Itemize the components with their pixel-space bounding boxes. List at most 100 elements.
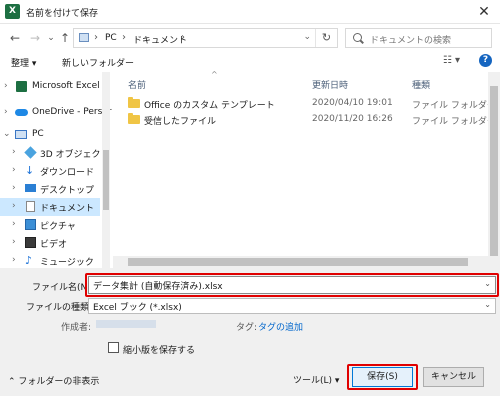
- breadcrumb-separator-icon: ›: [122, 32, 126, 43]
- excel-app-icon: X: [5, 4, 20, 19]
- expand-chevron-icon[interactable]: ›: [12, 201, 16, 211]
- refresh-icon[interactable]: ↻: [315, 29, 337, 47]
- documents-icon: [26, 201, 35, 212]
- expand-chevron-icon[interactable]: ›: [12, 165, 16, 175]
- expand-chevron-icon[interactable]: ›: [12, 147, 16, 157]
- search-box[interactable]: ドキュメントの検索: [345, 28, 492, 48]
- breadcrumb-documents[interactable]: ドキュメント: [133, 33, 187, 46]
- search-placeholder: ドキュメントの検索: [370, 36, 452, 46]
- search-icon: [353, 33, 362, 42]
- chevron-up-icon: ⌃: [8, 377, 19, 387]
- highlight-box: [85, 273, 499, 297]
- sidebar-item-onedrive[interactable]: › OneDrive - Persor: [0, 104, 112, 122]
- view-options-icon[interactable]: ☷ ▾: [443, 55, 460, 66]
- filetype-select[interactable]: Excel ブック (*.xlsx) ⌄: [88, 298, 496, 314]
- sidebar-item-desktop[interactable]: › デスクトップ: [0, 180, 100, 198]
- file-name: 受信したファイル: [144, 117, 217, 127]
- sidebar-item-label: デスクトップ: [40, 186, 95, 196]
- sort-ascending-icon: ^: [211, 70, 218, 79]
- breadcrumb-separator-icon: ›: [181, 32, 185, 43]
- music-icon: ♪: [25, 254, 33, 267]
- command-toolbar: 整理 ▾ 新しいフォルダー ☷ ▾ ?: [0, 52, 500, 72]
- title-bar: X 名前を付けて保存 ✕: [0, 0, 500, 24]
- pc-icon: [15, 130, 27, 139]
- organize-button[interactable]: 整理 ▾: [11, 56, 36, 69]
- save-thumbnail-checkbox[interactable]: [108, 342, 119, 353]
- folder-icon: [128, 113, 140, 124]
- file-type: ファイル フォルダー: [412, 101, 496, 111]
- column-header-name[interactable]: 名前: [128, 78, 146, 91]
- add-tag-link[interactable]: タグの追加: [258, 320, 303, 333]
- expand-chevron-icon[interactable]: ›: [4, 107, 8, 117]
- sidebar-item-3d-objects[interactable]: › 3D オブジェクト: [0, 144, 110, 162]
- file-name: Office のカスタム テンプレート: [144, 101, 275, 111]
- expand-chevron-icon[interactable]: ›: [12, 219, 16, 229]
- file-date: 2020/11/20 16:26: [312, 114, 393, 124]
- sidebar-item-label: ミュージック: [40, 258, 94, 268]
- list-item[interactable]: 受信したファイル 2020/11/20 16:26 ファイル フォルダー: [113, 112, 500, 128]
- sidebar-item-excel[interactable]: › Microsoft Excel: [0, 78, 100, 96]
- address-bar[interactable]: › PC › ドキュメント › ⌄ ↻: [73, 28, 338, 48]
- sidebar-item-music[interactable]: › ♪ ミュージック: [0, 252, 100, 268]
- close-icon[interactable]: ✕: [474, 3, 494, 21]
- tools-label: ツール(L): [293, 376, 333, 386]
- nav-pane-scrollbar-thumb[interactable]: [103, 150, 109, 210]
- expand-chevron-icon[interactable]: ›: [12, 183, 16, 193]
- highlight-box: [347, 364, 418, 390]
- new-folder-button[interactable]: 新しいフォルダー: [62, 56, 134, 69]
- sidebar-item-pc[interactable]: ⌄ PC: [0, 126, 100, 144]
- download-icon: ↓: [25, 164, 35, 177]
- video-icon: [25, 237, 36, 248]
- file-list-scrollbar-thumb[interactable]: [490, 86, 498, 256]
- sidebar-item-videos[interactable]: › ビデオ: [0, 234, 100, 252]
- save-thumbnail-label: 縮小版を保存する: [123, 346, 196, 356]
- sidebar-item-label: PC: [32, 129, 44, 139]
- file-list: 名前 ^ 更新日時 種類 Office のカスタム テンプレート 2020/04…: [113, 70, 500, 268]
- onedrive-icon: [15, 109, 28, 116]
- chevron-down-icon[interactable]: ⌄: [484, 300, 491, 309]
- sidebar-item-label: OneDrive - Persor: [32, 107, 112, 117]
- sidebar-item-label: ビデオ: [40, 240, 68, 250]
- column-header-type[interactable]: 種類: [412, 78, 430, 91]
- pc-icon: [79, 33, 89, 42]
- folder-icon: [128, 97, 140, 108]
- navigation-pane: › Microsoft Excel › OneDrive - Persor ⌄ …: [0, 72, 113, 268]
- author-value[interactable]: [96, 320, 156, 328]
- expand-chevron-icon[interactable]: ›: [12, 237, 16, 247]
- pictures-icon: [25, 219, 36, 230]
- file-date: 2020/04/10 19:01: [312, 98, 393, 108]
- collapse-chevron-icon[interactable]: ⌄: [3, 129, 11, 139]
- file-type: ファイル フォルダー: [412, 117, 496, 127]
- list-item[interactable]: Office のカスタム テンプレート 2020/04/10 19:01 ファイ…: [113, 96, 500, 112]
- expand-chevron-icon[interactable]: ›: [4, 81, 8, 91]
- column-header-date[interactable]: 更新日時: [312, 78, 348, 91]
- hide-folders-button[interactable]: ⌃ フォルダーの非表示: [8, 374, 99, 387]
- sidebar-item-label: 3D オブジェクト: [40, 150, 110, 160]
- sidebar-item-label: ドキュメント: [40, 204, 95, 214]
- help-icon[interactable]: ?: [479, 54, 492, 67]
- desktop-icon: [25, 184, 36, 192]
- sidebar-item-label: ピクチャ: [40, 222, 76, 232]
- sidebar-item-pictures[interactable]: › ピクチャ: [0, 216, 100, 234]
- filetype-value: Excel ブック (*.xlsx): [93, 303, 182, 313]
- excel-icon: [16, 81, 27, 92]
- address-dropdown-icon[interactable]: ⌄: [303, 32, 311, 42]
- up-arrow-icon[interactable]: ↑: [56, 29, 74, 47]
- sidebar-item-documents[interactable]: › ドキュメント: [0, 198, 100, 216]
- window-title: 名前を付けて保存: [26, 9, 99, 19]
- expand-chevron-icon[interactable]: ›: [12, 255, 16, 265]
- sidebar-item-downloads[interactable]: › ↓ ダウンロード: [0, 162, 100, 180]
- hide-folders-label: フォルダーの非表示: [18, 377, 100, 387]
- sidebar-item-label: ダウンロード: [40, 168, 95, 178]
- author-label: 作成者:: [61, 323, 92, 333]
- 3d-objects-icon: [24, 146, 37, 159]
- navigation-bar: ← → ⌄ ↑ › PC › ドキュメント › ⌄ ↻ ドキュメントの検索: [0, 24, 500, 52]
- sidebar-item-label: Microsoft Excel: [32, 81, 100, 91]
- breadcrumb-pc[interactable]: PC: [105, 33, 117, 43]
- tools-menu-button[interactable]: ツール(L) ▾: [293, 373, 339, 386]
- chevron-down-icon: ▾: [334, 376, 340, 386]
- cancel-button[interactable]: キャンセル: [423, 367, 484, 387]
- tags-label: タグ:: [236, 323, 258, 333]
- back-arrow-icon[interactable]: ←: [6, 29, 24, 47]
- file-list-horizontal-scrollbar-thumb[interactable]: [128, 258, 468, 266]
